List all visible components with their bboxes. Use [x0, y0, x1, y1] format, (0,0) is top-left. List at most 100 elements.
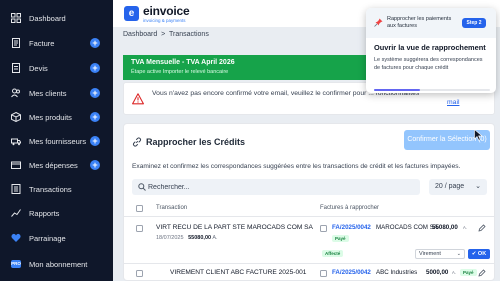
sidebar-item-produits[interactable]: Mes produits +: [0, 106, 113, 128]
sidebar-item-label: Mon abonnement: [29, 259, 88, 269]
invoice-amount: 5000,00: [426, 269, 449, 276]
sidebar-item-label: Mes dépenses: [29, 160, 78, 170]
invoice-ht: A.: [452, 270, 456, 275]
resend-email-link[interactable]: mail: [447, 99, 459, 106]
box-icon: [11, 112, 21, 122]
logo-icon[interactable]: e: [124, 6, 139, 21]
reconcile-title: Rapprocher les Crédits: [146, 137, 246, 147]
tour-popup: Rapprocher les paiements aux factures St…: [366, 8, 496, 93]
sidebar-item-rapports[interactable]: Rapports: [0, 202, 113, 224]
divider: [124, 263, 494, 264]
add-product-button[interactable]: +: [90, 112, 100, 122]
breadcrumb-current: Transactions: [169, 31, 209, 38]
chart-icon: [11, 208, 21, 218]
search-input[interactable]: [148, 179, 408, 195]
invoice-checkbox[interactable]: [320, 225, 327, 232]
search-box: [132, 179, 420, 195]
invoice-status-badge: Payé: [332, 235, 349, 242]
sidebar-item-fournisseurs[interactable]: Mes fournisseurs +: [0, 130, 113, 152]
sidebar-item-label: Mes clients: [29, 88, 67, 98]
sidebar-item-abonnement[interactable]: PRO Mon abonnement: [0, 253, 113, 275]
per-page-select[interactable]: 20 / page ⌄: [429, 179, 487, 195]
sidebar-item-depenses[interactable]: Mes dépenses +: [0, 154, 113, 176]
payment-method-value: Virement: [419, 251, 441, 257]
sidebar-item-label: Mes fournisseurs: [29, 136, 87, 146]
edit-icon[interactable]: [478, 269, 486, 277]
brand-tagline: invoicing & payments: [143, 18, 186, 23]
transaction-date: 18/07/2025: [156, 235, 184, 241]
invoice-client: MAROCADS COM SA: [376, 224, 438, 231]
users-icon: [11, 88, 21, 98]
add-facture-button[interactable]: +: [90, 38, 100, 48]
dashboard-icon: [11, 13, 21, 23]
step-badge: Step 2: [462, 18, 486, 28]
sidebar-item-parrainage[interactable]: Parrainage: [0, 227, 113, 249]
row-checkbox[interactable]: [136, 270, 143, 277]
sidebar-item-devis[interactable]: Devis +: [0, 57, 113, 79]
pro-badge: PRO: [11, 260, 21, 268]
breadcrumb-separator: >: [161, 31, 166, 38]
column-header-transaction: Transaction: [156, 205, 188, 211]
chevron-down-icon: ⌄: [456, 251, 461, 257]
invoice-ht: A.: [463, 225, 467, 230]
transactions-icon: [11, 184, 21, 194]
row-checkbox[interactable]: [136, 225, 143, 232]
add-client-button[interactable]: +: [90, 88, 100, 98]
divider: [124, 216, 494, 217]
supplier-icon: [11, 136, 21, 146]
pin-icon: [374, 18, 383, 27]
banner-title: TVA Mensuelle - TVA April 2026: [131, 59, 235, 66]
transaction-label: VIREMENT CLIENT ABC FACTURE 2025-001: [170, 269, 307, 276]
breadcrumb-home[interactable]: Dashboard: [123, 31, 157, 38]
transaction-meta: 18/07/2025 55080,00 A.: [156, 235, 218, 241]
add-expense-button[interactable]: +: [90, 160, 100, 170]
link-icon: [132, 137, 142, 147]
pro-badge-icon: PRO: [11, 259, 21, 269]
tour-popup-text: Le système suggérera des correspondances…: [374, 57, 483, 71]
tour-progress-bar: [374, 89, 490, 91]
sidebar-item-dashboard[interactable]: Dashboard: [0, 7, 113, 29]
sidebar-item-facture[interactable]: Facture +: [0, 32, 113, 54]
invoice-status-badge: Payé: [460, 269, 477, 276]
sidebar-item-label: Mes produits: [29, 112, 72, 122]
tour-popup-title: Ouvrir la vue de rapprochement: [374, 43, 486, 52]
transaction-amount: 55080,00: [188, 235, 212, 241]
edit-icon[interactable]: [478, 224, 486, 232]
sidebar-item-transactions[interactable]: Transactions: [0, 178, 113, 200]
brand-name: einvoice: [143, 4, 190, 18]
invoice-link[interactable]: FA/2025/0042: [332, 269, 371, 276]
search-icon: [138, 183, 146, 191]
invoice-client: ABC Industries: [376, 269, 418, 276]
invoice-icon: [11, 38, 21, 48]
amount-suffix: A.: [212, 235, 218, 241]
transaction-label: VIRT RECU DE LA PART STE MAROCADS COM SA: [156, 224, 313, 231]
add-devis-button[interactable]: +: [90, 63, 100, 73]
tour-popup-heading: Rapprocher les paiements aux factures: [387, 16, 452, 29]
invoice-checkbox[interactable]: [320, 270, 327, 277]
quote-icon: [11, 63, 21, 73]
per-page-value: 20 / page: [435, 183, 465, 190]
select-all-checkbox[interactable]: [136, 205, 143, 212]
sidebar-item-label: Facture: [29, 38, 55, 48]
confirm-match-button[interactable]: ✔ OK: [468, 249, 490, 259]
sidebar-item-label: Devis: [29, 63, 48, 73]
tour-popup-header: Rapprocher les paiements aux factures St…: [366, 8, 496, 38]
match-status-badge: Affecté: [322, 250, 344, 257]
payment-method-select[interactable]: Virement ⌄: [415, 249, 465, 259]
sidebar: Dashboard Facture + Devis + Mes clients …: [0, 0, 113, 281]
chevron-down-icon: ⌄: [475, 183, 481, 190]
reconcile-card: Rapprocher les Crédits Confirmer la Séle…: [123, 123, 495, 281]
heart-icon: [11, 233, 21, 243]
sidebar-item-label: Parrainage: [29, 233, 66, 243]
reconcile-description: Examinez et confirmez les correspondance…: [132, 163, 461, 170]
column-header-invoices: Factures à rapprocher: [320, 205, 380, 211]
table-header: Transaction Factures à rapprocher: [124, 202, 494, 216]
add-supplier-button[interactable]: +: [90, 136, 100, 146]
breadcrumb: Dashboard > Transactions: [123, 31, 209, 38]
tour-progress-fill: [374, 89, 421, 91]
sidebar-item-clients[interactable]: Mes clients +: [0, 82, 113, 104]
warning-icon: [132, 93, 144, 105]
banner-subtitle: Étape active Importer le relevé bancaire: [131, 69, 229, 75]
expense-icon: [11, 160, 21, 170]
invoice-link[interactable]: FA/2025/0042: [332, 224, 371, 231]
